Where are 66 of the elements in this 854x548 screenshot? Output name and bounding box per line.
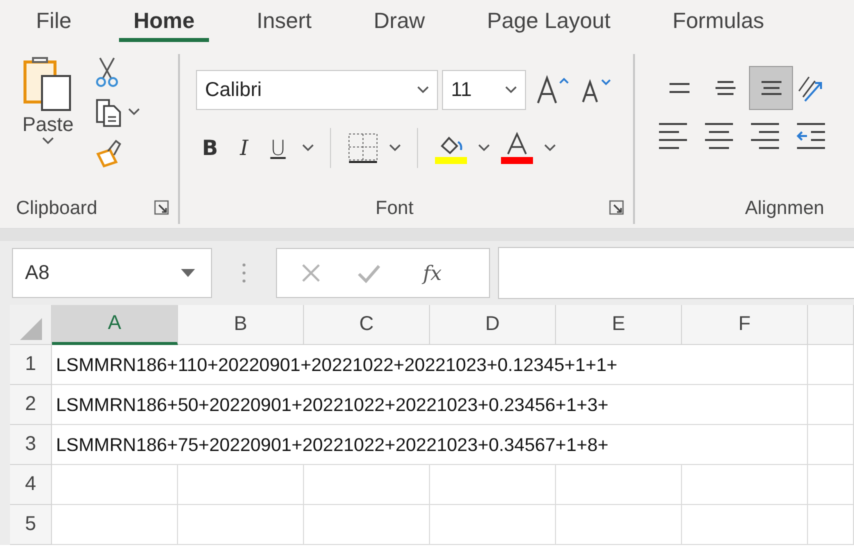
caret-icon	[544, 144, 556, 152]
ribbon-tab[interactable]: Home	[119, 0, 209, 42]
align-icon	[714, 81, 736, 95]
column-header[interactable]: B	[178, 305, 304, 345]
caret-icon	[128, 108, 140, 116]
table-cell: LSMMRN186+75+20220901+20221022+20221023+0.34567+1+8+	[52, 425, 808, 465]
caret-icon	[417, 86, 429, 94]
formula-input[interactable]	[498, 247, 854, 299]
align-icon	[668, 83, 690, 93]
dialog-launcher-icon[interactable]	[609, 200, 625, 216]
caret-icon	[388, 144, 401, 152]
table-cell: LSMMRN186+110+20220901+20221022+20221023+0.12345+1+1+	[52, 345, 808, 385]
row-header[interactable]: 5	[10, 505, 52, 545]
bold-button[interactable]: B	[196, 136, 224, 160]
align-left-icon[interactable]	[657, 120, 689, 152]
underline-button[interactable]: U	[264, 136, 292, 160]
insert-function-button[interactable]: fx	[417, 260, 448, 286]
ribbon-tab[interactable]: File	[22, 0, 86, 42]
corner-triangle-icon	[20, 318, 42, 340]
dropdown-icon	[181, 269, 195, 277]
caret-icon	[302, 144, 314, 152]
grow-font-icon[interactable]	[536, 75, 570, 105]
column-header[interactable]: C	[304, 305, 430, 345]
column-header[interactable]: F	[682, 305, 808, 345]
group-label: Clipboard	[16, 198, 98, 220]
table-cell	[808, 465, 854, 505]
row-header[interactable]: 1	[10, 345, 52, 385]
grip-icon	[242, 262, 246, 284]
table-cell	[808, 345, 854, 385]
decrease-indent-icon[interactable]	[795, 120, 827, 152]
group-label: Alignmen	[745, 198, 824, 220]
copy-icon	[94, 96, 124, 128]
align-right-icon[interactable]	[749, 120, 781, 152]
row-header[interactable]: 2	[10, 385, 52, 425]
ribbon-tab[interactable]: Draw	[360, 0, 439, 42]
column-header[interactable]: A	[52, 305, 178, 345]
caret-icon	[478, 144, 490, 152]
ribbon-tab[interactable]: Page Layout	[472, 0, 624, 42]
row-header[interactable]: 4	[10, 465, 52, 505]
align-center-icon[interactable]	[703, 120, 735, 152]
column-header[interactable]: D	[430, 305, 556, 345]
table-cell	[808, 425, 854, 465]
italic-button[interactable]: I	[234, 136, 254, 160]
paste-button[interactable]: Paste	[16, 54, 80, 194]
caret-icon	[505, 86, 517, 94]
name-box[interactable]: A8	[12, 248, 212, 298]
cut-icon[interactable]	[94, 56, 120, 88]
group-label: Font	[374, 198, 415, 220]
align-icon	[760, 81, 782, 95]
caret-icon	[42, 137, 54, 145]
table-cell: LSMMRN186+50+20220901+20221022+20221023+0.23456+1+3+	[52, 385, 808, 425]
row-header[interactable]: 3	[10, 425, 52, 465]
ribbon-tab[interactable]: Formulas	[658, 0, 778, 42]
borders-icon[interactable]	[346, 132, 379, 164]
paste-icon	[22, 54, 74, 114]
table-cell	[808, 385, 854, 425]
copy-button[interactable]	[94, 96, 140, 128]
font-name-dropdown[interactable]: Calibri	[196, 70, 438, 110]
dialog-launcher-icon[interactable]	[154, 200, 170, 216]
font-color-icon[interactable]	[500, 132, 534, 164]
bottom-align-button[interactable]	[749, 66, 793, 110]
ribbon-tab[interactable]: Insert	[242, 0, 326, 42]
font-size-dropdown[interactable]: 11	[442, 70, 526, 110]
column-header[interactable]: E	[556, 305, 682, 345]
table-cell	[808, 505, 854, 545]
check-icon[interactable]	[357, 263, 381, 283]
